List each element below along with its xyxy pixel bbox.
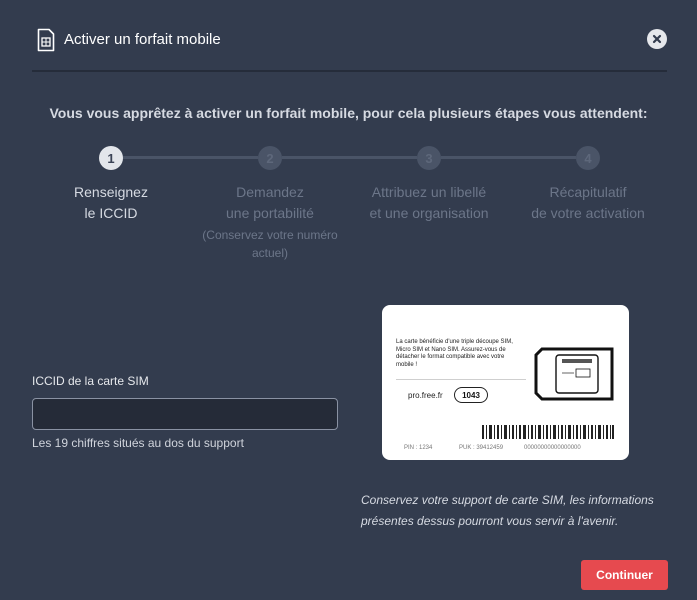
step-connector [282, 156, 417, 159]
step-1-line2: le ICCID [84, 205, 138, 221]
sim-card-serial: 00000000000000000 [524, 445, 581, 451]
step-2-label: Demandez une portabilité (Conservez votr… [185, 182, 355, 262]
step-4-line1: Récapitulatif [549, 184, 627, 200]
step-2-circle: 2 [258, 146, 282, 170]
step-4-line2: de votre activation [531, 205, 645, 221]
close-icon [652, 34, 662, 44]
sim-card-divider [396, 379, 526, 380]
iccid-label: ICCID de la carte SIM [32, 374, 149, 388]
step-connector [441, 156, 576, 159]
sim-card-support-number: 1043 [454, 387, 488, 403]
step-3-label: Attribuez un libellé et une organisation [344, 182, 514, 224]
sim-card-icon [37, 28, 55, 52]
sim-chip-graphic [534, 347, 614, 401]
step-4-circle: 4 [576, 146, 600, 170]
step-4-label: Récapitulatif de votre activation [503, 182, 673, 224]
sim-card-description: La carte bénéficie d'une triple découpe … [396, 339, 513, 368]
step-3-line1: Attribuez un libellé [371, 184, 487, 200]
step-1-label: Renseignez le ICCID [26, 182, 196, 224]
step-2-line2: une portabilité [226, 205, 314, 221]
stepper: 1 2 3 4 Renseignez le ICCID Demandez une… [0, 144, 697, 274]
barcode-graphic [482, 425, 614, 439]
close-button[interactable] [647, 29, 667, 49]
sim-card-puk: PUK : 39412459 [459, 445, 504, 451]
sim-card-illustration: La carte bénéficie d'une triple découpe … [382, 305, 629, 460]
step-1-line1: Renseignez [74, 184, 148, 200]
step-3-circle: 3 [417, 146, 441, 170]
iccid-input[interactable] [32, 398, 338, 430]
step-1-circle: 1 [99, 146, 123, 170]
intro-text: Vous vous apprêtez à activer un forfait … [49, 105, 648, 121]
sim-support-note: Conservez votre support de carte SIM, le… [361, 493, 654, 528]
continue-button[interactable]: Continuer [581, 560, 668, 590]
modal-title: Activer un forfait mobile [64, 31, 221, 48]
iccid-help-text: Les 19 chiffres situés au dos du support [32, 436, 244, 450]
sim-card-pin: PIN : 1234 [404, 445, 433, 451]
sim-card-website: pro.free.fr [408, 391, 443, 400]
step-2-note: (Conservez votre numéro actuel) [202, 228, 338, 260]
step-3-line2: et une organisation [369, 205, 489, 221]
step-connector [123, 156, 258, 159]
modal-header: Activer un forfait mobile [32, 24, 667, 72]
step-2-line1: Demandez [236, 184, 304, 200]
